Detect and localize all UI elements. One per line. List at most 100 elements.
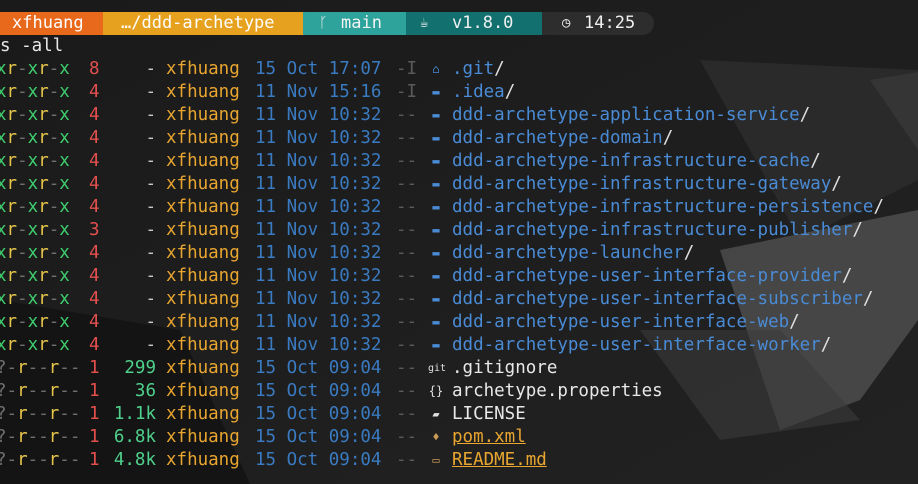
file-size: - xyxy=(145,128,156,148)
permissions: ?-r--r-- xyxy=(0,381,81,401)
owner: xfhuang xyxy=(166,220,240,240)
modified-date: 15 Oct 09:04 xyxy=(255,358,382,378)
file-name-text: ddd-archetype-domain xyxy=(452,128,663,148)
file-name-text: .git xyxy=(452,59,495,79)
prompt-branch-segment: ᚴ main xyxy=(303,12,418,35)
git-status: -- xyxy=(396,197,418,217)
file-name[interactable]: .git/ xyxy=(452,58,505,81)
file-name[interactable]: ddd-archetype-infrastructure-persistence… xyxy=(452,196,884,219)
modified-date: 15 Oct 09:04 xyxy=(255,427,382,447)
git-status: -- xyxy=(396,105,418,125)
branch-icon: ᚴ xyxy=(319,15,328,31)
file-name[interactable]: ddd-archetype-infrastructure-cache/ xyxy=(452,150,821,173)
link-count: 4 xyxy=(89,289,100,309)
file-size: - xyxy=(145,174,156,194)
prompt-java-version: v1.8.0 xyxy=(452,13,514,33)
file-name[interactable]: README.md xyxy=(452,449,547,472)
file-name-text: ddd-archetype-user-interface-web xyxy=(452,312,790,332)
git-status: -- xyxy=(396,312,418,332)
file-name[interactable]: pom.xml xyxy=(452,426,526,449)
file-name[interactable]: ddd-archetype-infrastructure-publisher/ xyxy=(452,219,863,242)
link-count: 4 xyxy=(89,243,100,263)
link-count: 8 xyxy=(89,59,100,79)
file-size: - xyxy=(145,151,156,171)
file-name[interactable]: ddd-archetype-application-service/ xyxy=(452,104,810,127)
modified-date: 15 Oct 09:04 xyxy=(255,450,382,470)
git-status: -- xyxy=(396,220,418,240)
prompt-java-segment: ☕ v1.8.0 xyxy=(406,12,554,35)
folder-icon: ▬ xyxy=(432,246,440,260)
git-status: -- xyxy=(396,243,418,263)
prompt-branch: main xyxy=(341,13,382,33)
owner: xfhuang xyxy=(166,404,240,424)
file-name[interactable]: ddd-archetype-domain/ xyxy=(452,127,673,150)
modified-date: 11 Nov 10:32 xyxy=(255,174,382,194)
java-icon: ☕ xyxy=(420,15,429,31)
folder-icon: ▬ xyxy=(432,108,440,122)
dir-slash: / xyxy=(789,312,800,332)
file-name-text: ddd-archetype-application-service xyxy=(452,105,800,125)
file-name[interactable]: ddd-archetype-user-interface-web/ xyxy=(452,311,800,334)
file-name-text: ddd-archetype-infrastructure-persistence xyxy=(452,197,874,217)
permissions: ?-r--r-- xyxy=(0,427,81,447)
link-count: 4 xyxy=(89,335,100,355)
folder-icon: ▬ xyxy=(432,269,440,283)
permissions: xr-xr-x xyxy=(0,128,70,148)
folder-icon: ▬ xyxy=(432,292,440,306)
file-size: 6.8k xyxy=(113,427,156,447)
modified-date: 11 Nov 10:32 xyxy=(255,128,382,148)
owner: xfhuang xyxy=(166,266,240,286)
file-name-text: ddd-archetype-infrastructure-gateway xyxy=(452,174,832,194)
owner: xfhuang xyxy=(166,450,240,470)
permissions: ?-r--r-- xyxy=(0,450,81,470)
link-count: 1 xyxy=(89,381,100,401)
owner: xfhuang xyxy=(166,358,240,378)
dir-slash: / xyxy=(799,105,811,125)
file-name[interactable]: .gitignore xyxy=(452,357,557,380)
file-name-text: .idea xyxy=(452,82,505,102)
file-size: - xyxy=(145,82,156,102)
folder-icon: ▬ xyxy=(432,315,440,329)
permissions: ?-r--r-- xyxy=(0,358,81,378)
modified-date: 11 Nov 10:32 xyxy=(255,266,382,286)
file-size: - xyxy=(145,59,156,79)
permissions: xr-xr-x xyxy=(0,266,70,286)
prompt-user-segment: xfhuang xyxy=(0,12,115,35)
file-name[interactable]: .idea/ xyxy=(452,81,515,104)
link-count: 4 xyxy=(89,151,100,171)
dir-slash: / xyxy=(494,59,505,79)
prompt-path-segment: …/ddd-archetype xyxy=(103,12,315,35)
permissions: xr-xr-x xyxy=(0,289,70,309)
file-name[interactable]: ddd-archetype-infrastructure-gateway/ xyxy=(452,173,842,196)
permissions: xr-xr-x xyxy=(0,197,70,217)
owner: xfhuang xyxy=(166,289,240,309)
owner: xfhuang xyxy=(166,381,240,401)
git-status: -- xyxy=(396,381,418,401)
file-name[interactable]: LICENSE xyxy=(452,403,526,426)
folder-icon: ▬ xyxy=(432,131,440,145)
owner: xfhuang xyxy=(166,197,240,217)
folder-icon: ▬ xyxy=(432,154,440,168)
link-count: 4 xyxy=(89,128,100,148)
file-name[interactable]: ddd-archetype-user-interface-provider/ xyxy=(452,265,852,288)
link-count: 4 xyxy=(89,105,100,125)
prompt-user: xfhuang xyxy=(12,13,84,33)
file-name-text: ddd-archetype-infrastructure-publisher xyxy=(452,220,853,240)
owner: xfhuang xyxy=(166,105,240,125)
link-count: 4 xyxy=(89,266,100,286)
permissions: xr-xr-x xyxy=(0,59,70,79)
file-name[interactable]: archetype.properties xyxy=(452,380,663,403)
modified-date: 11 Nov 10:32 xyxy=(255,243,382,263)
modified-date: 11 Nov 10:32 xyxy=(255,197,382,217)
file-name[interactable]: ddd-archetype-user-interface-subscriber/ xyxy=(452,288,873,311)
link-count: 4 xyxy=(89,82,100,102)
permissions: ?-r--r-- xyxy=(0,404,81,424)
owner: xfhuang xyxy=(166,59,240,79)
permissions: xr-xr-x xyxy=(0,220,70,240)
file-size: - xyxy=(145,266,156,286)
file-name[interactable]: ddd-archetype-user-interface-worker/ xyxy=(452,334,831,357)
link-count: 4 xyxy=(89,197,100,217)
permissions: xr-xr-x xyxy=(0,82,70,102)
file-name[interactable]: ddd-archetype-launcher/ xyxy=(452,242,694,265)
modified-date: 11 Nov 10:32 xyxy=(255,105,382,125)
